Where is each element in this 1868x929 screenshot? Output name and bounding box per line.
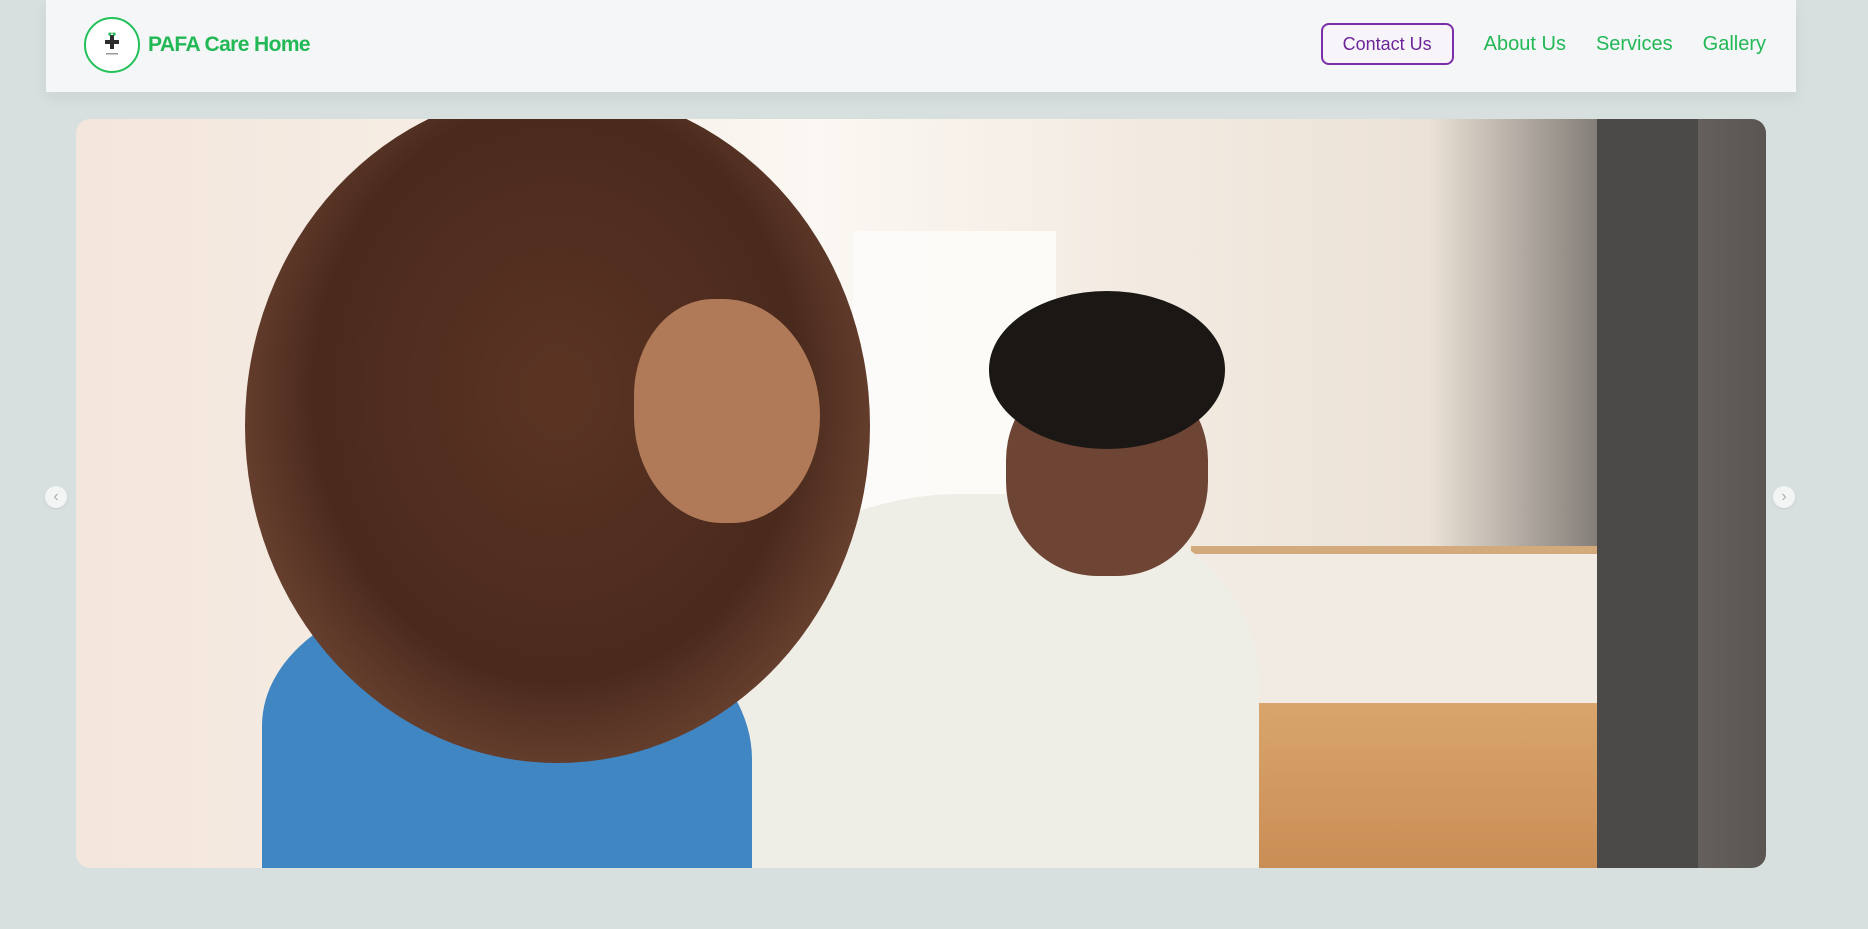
brand-logo [84,17,140,73]
brand-link[interactable]: PAFA Care Home [84,15,311,75]
main-nav: Contact Us About Us Services Gallery [1320,23,1766,65]
brand-name: PAFA Care Home [148,33,311,56]
slide-photo-patient-hair [988,291,1226,449]
navbar: PAFA Care Home Contact Us About Us Servi… [46,0,1796,92]
chevron-left-icon: ‹ [53,488,59,505]
carousel-prev-button[interactable]: ‹ [45,486,67,508]
hero-carousel-slide [76,119,1766,868]
slide-photo-post [1597,119,1699,868]
nav-link-gallery[interactable]: Gallery [1703,33,1766,56]
carousel-next-button[interactable]: › [1773,486,1795,508]
contact-us-button[interactable]: Contact Us [1320,23,1454,65]
nav-link-about-us[interactable]: About Us [1484,33,1566,56]
chevron-right-icon: › [1781,488,1787,505]
nav-link-services[interactable]: Services [1596,33,1673,56]
medical-cross-icon [105,32,119,55]
